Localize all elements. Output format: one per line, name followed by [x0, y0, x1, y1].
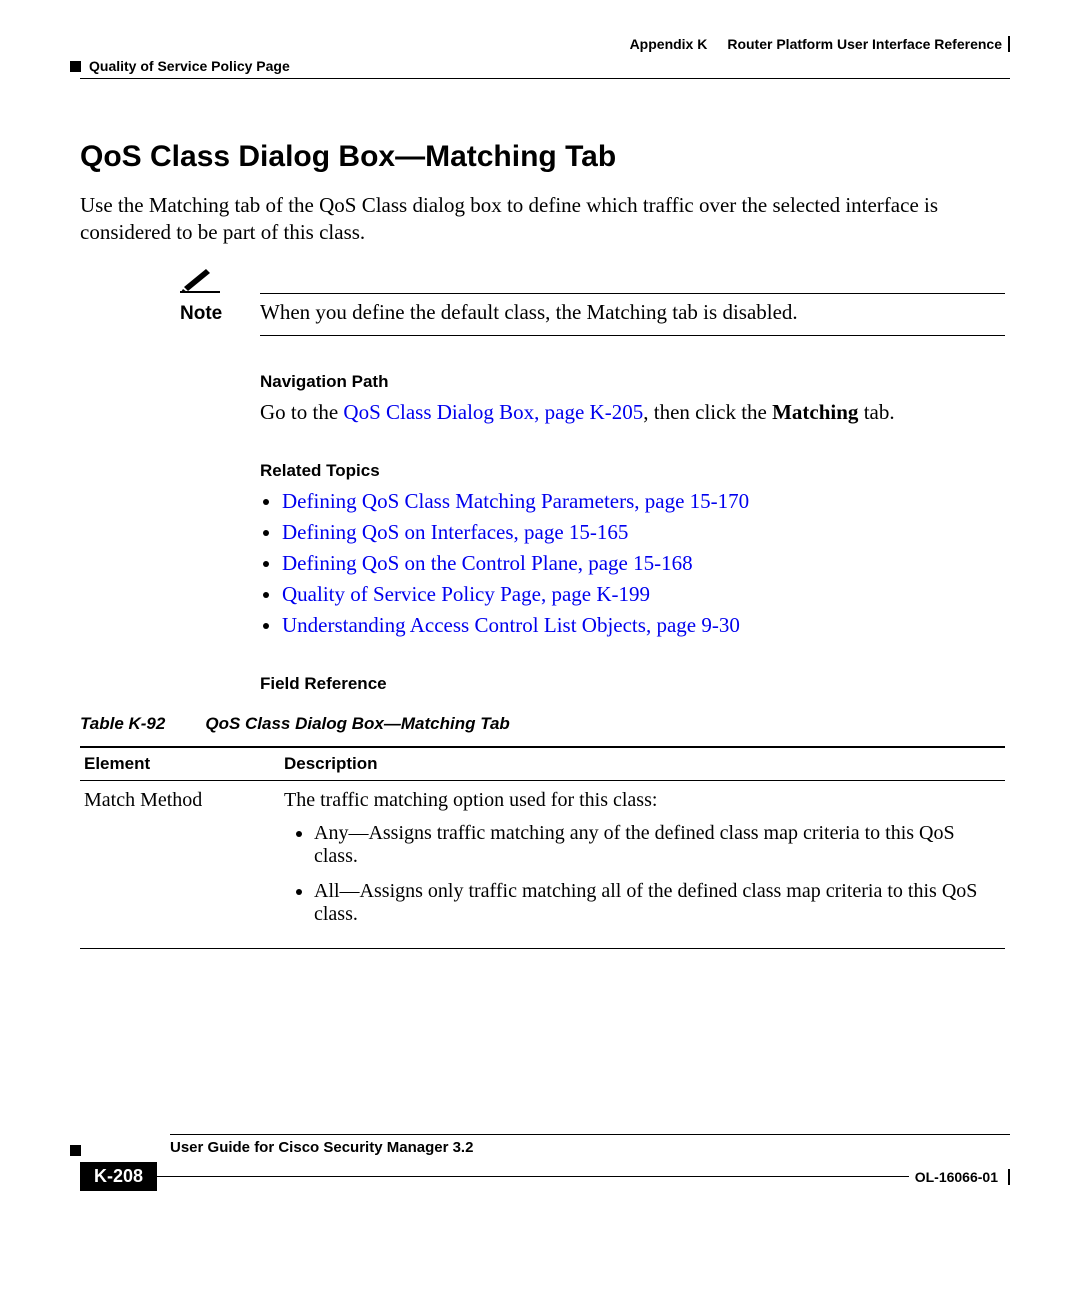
- intro-paragraph: Use the Matching tab of the QoS Class di…: [80, 192, 1005, 247]
- related-link[interactable]: Understanding Access Control List Object…: [282, 613, 740, 637]
- footer-top-rule: [170, 1134, 1010, 1135]
- footer-bottom-rule: [157, 1176, 909, 1177]
- square-bullet-icon: [70, 61, 81, 72]
- table-caption: Table K-92 QoS Class Dialog Box—Matching …: [80, 714, 1005, 734]
- doc-number: OL-16066-01: [915, 1169, 998, 1185]
- header-left: Quality of Service Policy Page: [70, 58, 290, 74]
- nav-link[interactable]: QoS Class Dialog Box, page K-205: [343, 400, 643, 424]
- desc-bullet: All—Assigns only traffic matching all of…: [314, 880, 999, 926]
- related-link[interactable]: Quality of Service Policy Page, page K-1…: [282, 582, 650, 606]
- note-bottom-rule: [260, 335, 1005, 336]
- content: QoS Class Dialog Box—Matching Tab Use th…: [80, 140, 1005, 949]
- note-icon: [180, 265, 1005, 293]
- appendix-title: Router Platform User Interface Reference: [727, 36, 1002, 52]
- nav-prefix: Go to the: [260, 400, 343, 424]
- related-topics-heading: Related Topics: [260, 461, 1005, 481]
- column-header-description: Description: [280, 747, 1005, 781]
- cell-element: Match Method: [80, 780, 280, 948]
- nav-suffix: tab.: [858, 400, 894, 424]
- header-right: Appendix K Router Platform User Interfac…: [630, 36, 1010, 52]
- related-link[interactable]: Defining QoS Class Matching Parameters, …: [282, 489, 749, 513]
- field-reference-section: Field Reference: [260, 674, 1005, 694]
- footer: User Guide for Cisco Security Manager 3.…: [80, 1134, 1010, 1191]
- page-title: QoS Class Dialog Box—Matching Tab: [80, 140, 1005, 174]
- cell-description: The traffic matching option used for thi…: [280, 780, 1005, 948]
- field-reference-heading: Field Reference: [260, 674, 1005, 694]
- table-row: Match Method The traffic matching option…: [80, 780, 1005, 948]
- note-text: When you define the default class, the M…: [260, 300, 798, 325]
- navigation-path-heading: Navigation Path: [260, 372, 1005, 392]
- page-number: K-208: [80, 1162, 157, 1191]
- related-topics-list: Defining QoS Class Matching Parameters, …: [260, 489, 1005, 638]
- related-topics-section: Related Topics Defining QoS Class Matchi…: [260, 461, 1005, 638]
- document-page: Appendix K Router Platform User Interfac…: [0, 0, 1080, 1311]
- header-rule: [80, 78, 1010, 79]
- nav-bold: Matching: [772, 400, 858, 424]
- table-title: QoS Class Dialog Box—Matching Tab: [205, 714, 509, 733]
- section-breadcrumb: Quality of Service Policy Page: [89, 58, 290, 74]
- table-number: Table K-92: [80, 714, 165, 733]
- footer-guide-title: User Guide for Cisco Security Manager 3.…: [170, 1139, 1010, 1156]
- nav-middle: , then click the: [643, 400, 772, 424]
- field-reference-table: Element Description Match Method The tra…: [80, 746, 1005, 949]
- footer-bottom-row: K-208 OL-16066-01: [80, 1162, 1010, 1191]
- desc-lead: The traffic matching option used for thi…: [284, 789, 999, 812]
- desc-bullet: Any—Assigns traffic matching any of the …: [314, 822, 999, 868]
- related-link[interactable]: Defining QoS on the Control Plane, page …: [282, 551, 693, 575]
- header-divider-icon: [1008, 36, 1010, 52]
- appendix-label: Appendix K: [630, 36, 708, 52]
- note-top-rule: [260, 293, 1005, 294]
- related-link[interactable]: Defining QoS on Interfaces, page 15-165: [282, 520, 628, 544]
- column-header-element: Element: [80, 747, 280, 781]
- navigation-path-section: Navigation Path Go to the QoS Class Dial…: [260, 372, 1005, 425]
- note-label: Note: [180, 303, 236, 325]
- navigation-path-text: Go to the QoS Class Dialog Box, page K-2…: [260, 400, 1005, 425]
- note-block: Note When you define the default class, …: [180, 265, 1005, 336]
- footer-divider-icon: [1008, 1169, 1010, 1185]
